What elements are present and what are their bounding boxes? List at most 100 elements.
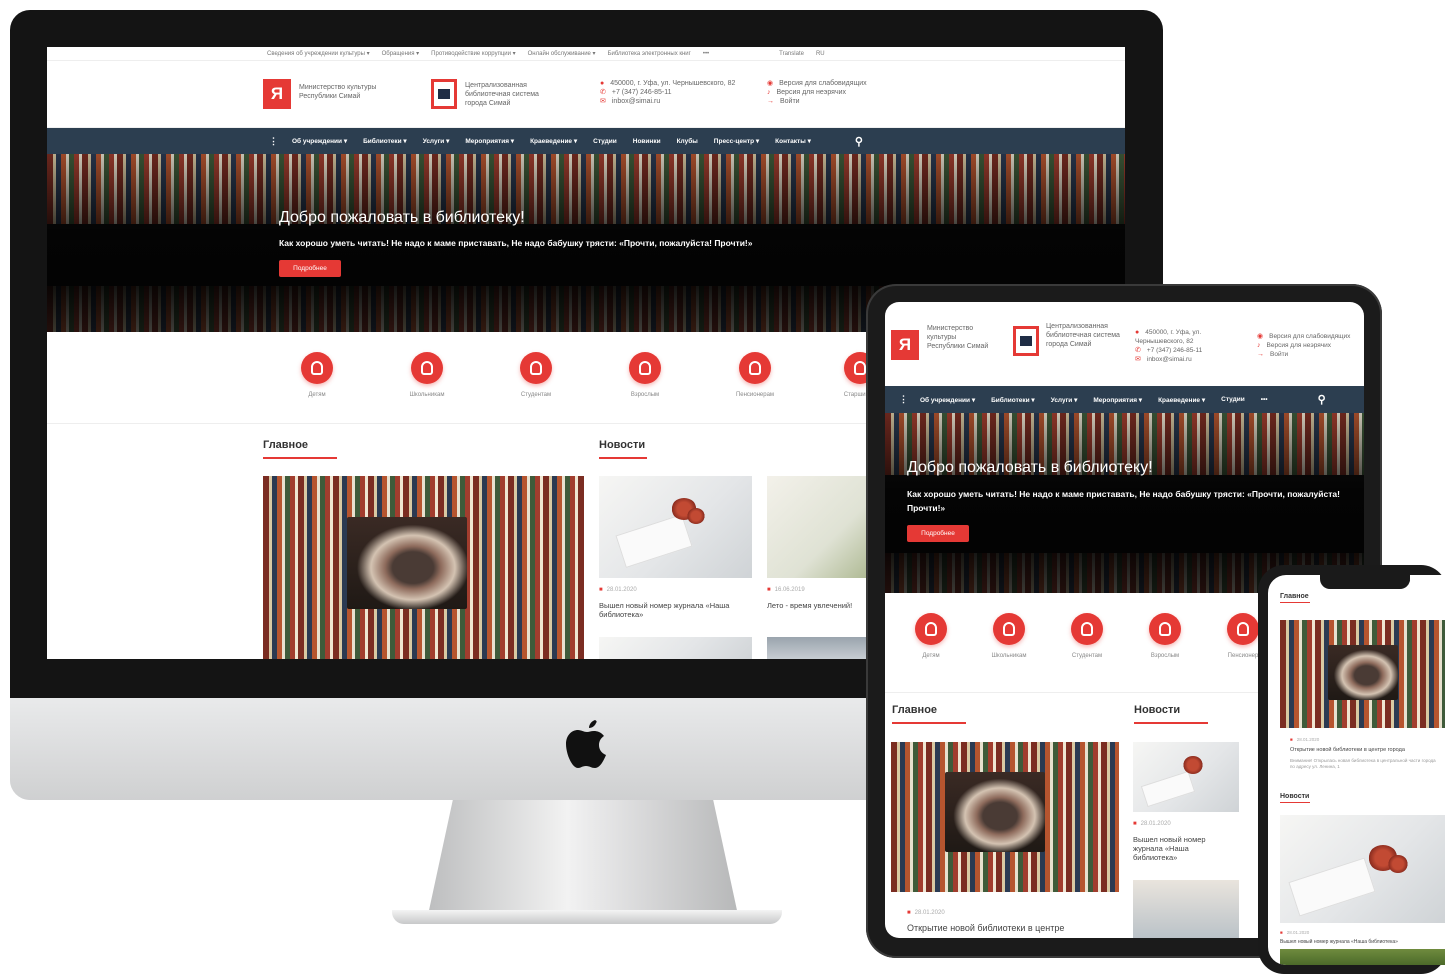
main-nav: ⋮ Об учреждении ▾ Библиотеки ▾ Услуги ▾ …	[47, 128, 1125, 154]
section-main-title: Главное	[892, 704, 938, 716]
news-title[interactable]: Открытие новой библиотеки в центре	[907, 924, 1107, 933]
hero-title: Добро пожаловать в библиотеку!	[907, 459, 1153, 476]
news-date: ■ 28.01.2020	[1133, 821, 1171, 827]
topbar-link[interactable]: Обращения ▾	[382, 50, 420, 57]
audience-item[interactable]: Взрослым	[1125, 613, 1205, 659]
nav-item[interactable]: Клубы	[677, 138, 698, 145]
ministry-logo[interactable]: Я	[263, 79, 291, 109]
audience-item[interactable]: Школьникам	[969, 613, 1049, 659]
nav-item[interactable]: Мероприятия ▾	[465, 137, 514, 145]
cbs-name: Централизованная библиотечная система го…	[465, 82, 539, 107]
topbar-link[interactable]: Библиотека электронных книг	[608, 51, 691, 57]
book-logo-icon[interactable]	[431, 79, 457, 109]
hero-more-button[interactable]: Подробнее	[279, 260, 341, 277]
news-date: ■ 28.01.2020	[907, 910, 945, 916]
news-date: ■ 28.01.2020	[1290, 737, 1320, 742]
nav-menu-toggle[interactable]: ⋮	[269, 136, 278, 147]
adult-icon	[1149, 613, 1181, 645]
audience-item[interactable]: Детям	[891, 613, 971, 659]
student-icon	[1071, 613, 1103, 645]
hero-more-button[interactable]: Подробнее	[907, 525, 969, 542]
nav-item[interactable]: Услуги ▾	[423, 137, 450, 145]
email[interactable]: inbox@simai.ru	[612, 98, 660, 105]
nav-item[interactable]: Библиотеки ▾	[363, 137, 407, 145]
nav-item[interactable]: Краеведение ▾	[530, 137, 577, 145]
nav-item[interactable]: Краеведение ▾	[1158, 396, 1205, 404]
pensioner-icon	[1227, 613, 1259, 645]
nav-item[interactable]: Об учреждении ▾	[920, 396, 975, 404]
news-title[interactable]: Вышел новый номер журнала «Наша библиоте…	[1280, 938, 1440, 947]
audience-item[interactable]: Пенсионерам	[715, 352, 795, 398]
access-block: ◉ Версия для слабовидящих ♪ Версия для неэ…	[767, 79, 867, 106]
phone-notch	[1320, 575, 1410, 589]
top-links-bar: Сведения об учреждении культуры ▾ Обраще…	[47, 47, 1125, 61]
news-title[interactable]: Вышел новый номер журнала «Наша библиоте…	[1133, 835, 1233, 862]
monitor-stand-foot	[392, 910, 782, 924]
schoolkid-icon	[993, 613, 1025, 645]
topbar-link[interactable]: Сведения об учреждении культуры ▾	[267, 50, 370, 57]
contacts-block: ● 450000, г. Уфа, ул. Чернышевского, 82 ✆…	[600, 79, 735, 106]
section-news-title: Новости	[1134, 704, 1181, 716]
nav-item[interactable]: Мероприятия ▾	[1093, 396, 1142, 404]
ear-icon: ♪	[1257, 342, 1261, 349]
location-icon: ●	[600, 80, 605, 87]
student-icon	[520, 352, 552, 384]
language-select[interactable]: RU	[816, 51, 825, 57]
phone-screen: ≡ ⚲ Главное ■28.01.2020 Открытие новой б…	[1268, 575, 1447, 965]
audience-item[interactable]: Взрослым	[605, 352, 685, 398]
access-block: ◉ Версия для слабовидящих ♪ Версия для неэ…	[1257, 333, 1351, 358]
cbs-name: Централизованная библиотечная система го…	[1046, 323, 1120, 348]
phone-icon: ✆	[600, 89, 606, 96]
audience-item[interactable]: Школьникам	[387, 352, 467, 398]
section-news-title: Новости	[1280, 793, 1310, 800]
eye-icon: ◉	[767, 80, 774, 87]
nav-item[interactable]: Новинки	[633, 138, 661, 145]
phone[interactable]: +7 (347) 246-85-11	[612, 89, 672, 96]
book-logo-icon[interactable]	[1013, 326, 1039, 356]
topbar-link[interactable]: Противодействие коррупции ▾	[431, 50, 515, 57]
nav-item[interactable]: Услуги ▾	[1051, 396, 1078, 404]
topbar-link[interactable]: Онлайн обслуживание ▾	[528, 50, 596, 57]
nav-item[interactable]: Студии	[1221, 396, 1245, 403]
search-icon[interactable]: ⚲	[855, 135, 863, 148]
schoolkid-icon	[411, 352, 443, 384]
ministry-logo[interactable]: Я	[891, 330, 919, 360]
news-title[interactable]: Открытие новой библиотеки в центре город…	[1290, 747, 1445, 754]
nav-item[interactable]: Контакты ▾	[775, 137, 811, 145]
login-link[interactable]: Войти	[780, 98, 800, 105]
ear-icon: ♪	[767, 89, 771, 96]
ministry-name: Министерство культуры Республики Симай	[299, 84, 377, 100]
phone-icon: ✆	[1135, 347, 1141, 354]
nav-item[interactable]: Студии	[593, 138, 617, 145]
news-image[interactable]	[1133, 880, 1239, 938]
address: 450000, г. Уфа, ул. Чернышевского, 82	[610, 80, 736, 87]
audience-item[interactable]: Студентам	[496, 352, 576, 398]
child-icon	[301, 352, 333, 384]
pensioner-icon	[739, 352, 771, 384]
deaf-version-link[interactable]: Версия для неэрячих	[777, 89, 847, 96]
topbar-more[interactable]: •••	[703, 51, 709, 57]
nav-more[interactable]: •••	[1261, 396, 1268, 403]
news-image[interactable]	[1133, 742, 1239, 812]
news-image[interactable]	[1280, 815, 1445, 923]
child-icon	[915, 613, 947, 645]
nav-item[interactable]: Пресс-центр ▾	[714, 137, 759, 145]
section-main-title: Главное	[1280, 593, 1309, 600]
mail-icon: ✉	[600, 98, 606, 105]
site-header: Я Министерство культуры Республики Симай…	[47, 61, 1125, 128]
audience-item[interactable]: Студентам	[1047, 613, 1127, 659]
search-icon[interactable]: ⚲	[1318, 393, 1326, 406]
nav-item[interactable]: Об учреждении ▾	[292, 137, 347, 145]
location-icon: ●	[1135, 329, 1140, 336]
audience-item[interactable]: Детям	[277, 352, 357, 398]
ministry-name: Министерство культуры Республики Симай	[927, 325, 989, 350]
nav-item[interactable]: Библиотеки ▾	[991, 396, 1035, 404]
mockup-stage: Сведения об учреждении культуры ▾ Обраще…	[0, 0, 1447, 974]
tablet-nav: ⋮ Об учреждении ▾ Библиотеки ▾ Услуги ▾ …	[885, 386, 1364, 413]
login-icon: →	[1257, 351, 1264, 358]
translate-button[interactable]: Translate	[779, 51, 804, 57]
nav-menu-toggle[interactable]: ⋮	[899, 394, 908, 405]
hero-subtitle: Как хорошо уметь читать! Не надо к маме …	[279, 238, 753, 248]
apple-logo-icon	[566, 720, 606, 768]
low-vision-link[interactable]: Версия для слабовидящих	[779, 80, 867, 87]
